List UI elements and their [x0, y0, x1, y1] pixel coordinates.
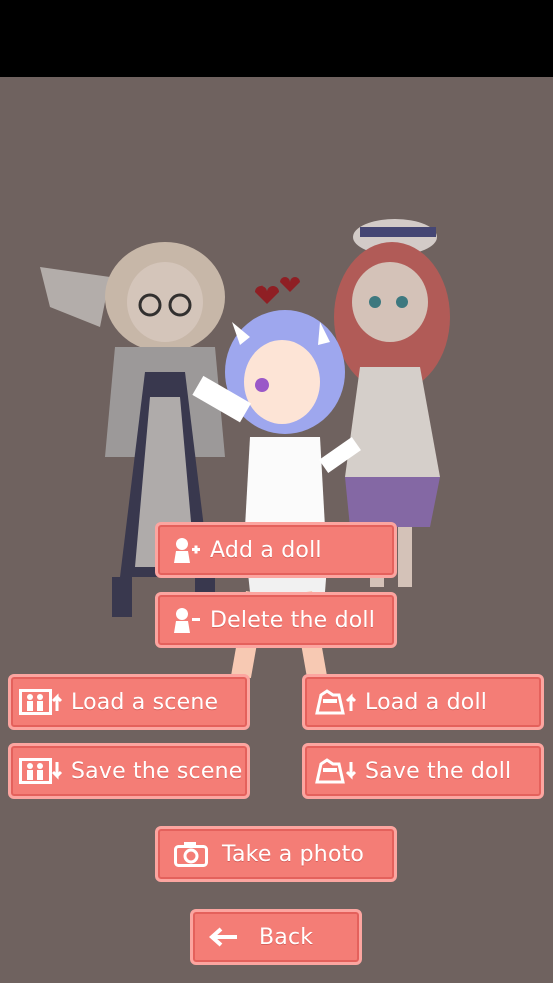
camera-icon — [174, 841, 208, 867]
load-doll-button[interactable]: Load a doll — [302, 674, 544, 730]
delete-doll-label: Delete the doll — [210, 607, 376, 633]
back-label: Back — [259, 924, 314, 950]
delete-doll-button[interactable]: Delete the doll — [155, 592, 397, 648]
add-doll-button[interactable]: Add a doll — [155, 522, 397, 578]
game-stage: Add a doll Delete the doll Load a scene … — [0, 77, 553, 983]
load-scene-icon — [19, 689, 63, 715]
remove-person-icon — [172, 607, 202, 633]
load-doll-label: Load a doll — [365, 689, 488, 715]
status-bar — [0, 0, 553, 77]
save-doll-icon — [313, 758, 357, 784]
save-doll-button[interactable]: Save the doll — [302, 743, 544, 799]
load-doll-icon — [313, 689, 357, 715]
save-scene-icon — [19, 758, 63, 784]
save-scene-button[interactable]: Save the scene — [8, 743, 250, 799]
take-photo-button[interactable]: Take a photo — [155, 826, 397, 882]
load-scene-button[interactable]: Load a scene — [8, 674, 250, 730]
add-doll-label: Add a doll — [210, 537, 322, 563]
back-button[interactable]: Back — [190, 909, 362, 965]
load-scene-label: Load a scene — [71, 689, 219, 715]
back-arrow-icon — [209, 926, 239, 948]
save-scene-label: Save the scene — [71, 758, 243, 784]
take-photo-label: Take a photo — [222, 841, 365, 867]
save-doll-label: Save the doll — [365, 758, 512, 784]
add-person-icon — [172, 537, 202, 563]
